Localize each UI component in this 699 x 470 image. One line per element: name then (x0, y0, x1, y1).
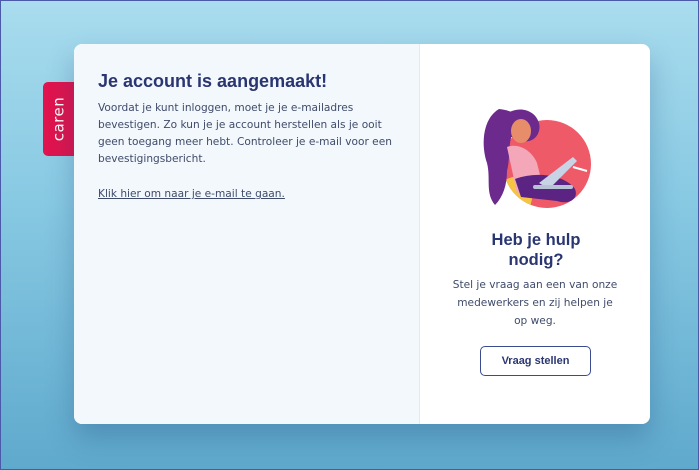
help-description: Stel je vraag aan een van onze medewerke… (452, 279, 618, 327)
brand-logo-text: caren (49, 96, 68, 142)
confirmation-message: Voordat je kunt inloggen, moet je je e-m… (98, 102, 392, 165)
ask-question-button[interactable]: Vraag stellen (480, 346, 591, 376)
confirmation-panel: Je account is aangemaakt! Voordat je kun… (74, 44, 420, 424)
woman-with-laptop-icon (483, 109, 591, 208)
go-to-email-link[interactable]: Klik hier om naar je e-mail te gaan. (98, 188, 285, 200)
help-title: Heb je hulp nodig? (491, 231, 581, 269)
help-panel: Heb je hulp nodig? Stel je vraag aan een… (420, 44, 650, 424)
modal-card: Je account is aangemaakt! Voordat je kun… (74, 44, 650, 424)
page-title: Je account is aangemaakt! (98, 71, 328, 91)
brand-logo-tab: caren (43, 82, 74, 156)
